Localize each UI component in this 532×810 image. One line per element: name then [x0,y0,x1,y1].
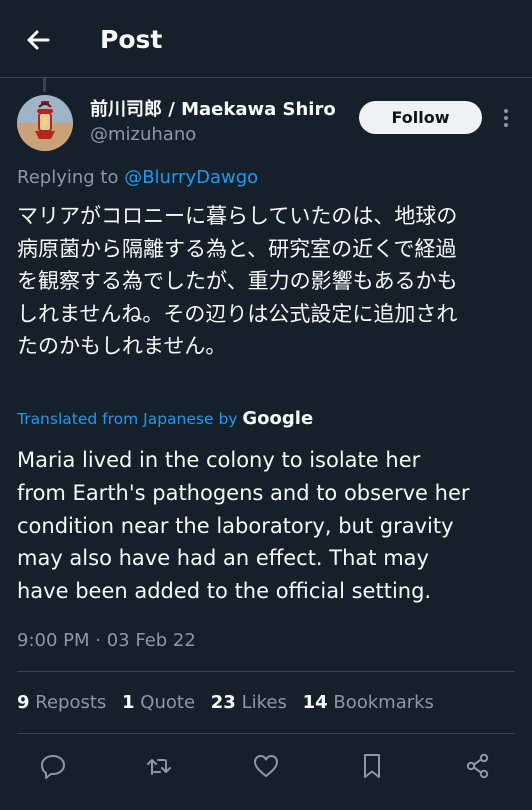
post-timestamp[interactable]: 9:00 PM · 03 Feb 22 [17,628,196,654]
avatar[interactable] [17,95,73,151]
quotes-label: Quote [140,692,196,713]
author-name[interactable]: 前川司郎 / Maekawa Shiro [90,98,336,122]
reply-mention-link[interactable]: @BlurryDawgo [124,167,258,188]
quotes-count: 1 [122,692,135,713]
replying-to: Replying to @BlurryDawgo [17,165,258,191]
like-icon[interactable] [252,751,280,781]
post-translation-line: may also have had an effect. That may [17,546,429,571]
post-original-line: マリアがコロニーに暮らしていたのは、地球の [17,204,458,228]
reposts-count: 9 [17,692,30,713]
post-original-line: たのかもしれません。 [17,334,227,358]
reply-icon[interactable] [39,751,67,781]
likes-label: Likes [241,692,287,713]
quotes-stat[interactable]: 1 Quote [122,692,195,713]
post-translation-line: have been added to the official setting. [17,579,432,604]
repost-icon[interactable] [145,751,173,781]
bookmark-icon[interactable] [358,751,386,781]
bookmarks-label: Bookmarks [333,692,434,713]
engagement-stats: 9 Reposts 1 Quote 23 Likes 14 Bookmarks [17,689,444,717]
likes-stat[interactable]: 23 Likes [211,692,287,713]
likes-count: 23 [210,692,236,713]
page-title: Post [100,25,163,54]
arrow-left-icon[interactable] [22,24,54,56]
share-icon[interactable] [464,751,492,781]
post-translation-line: Maria lived in the colony to isolate her [17,448,421,472]
divider [17,733,515,734]
post-translation-text: Maria lived in the colony to isolate her… [17,444,522,608]
post-original-line: しれませんね。その辺りは公式設定に追加され [17,301,458,326]
bookmarks-count: 14 [302,692,328,713]
post-translation-line: from Earth's pathogens and to observe he… [17,480,470,505]
post-original-line: 病原菌から隔離する為と、研究室の近くで経過 [17,236,457,261]
more-vertical-icon[interactable] [496,104,516,132]
translated-from-label: Translated from Japanese by [17,410,243,428]
divider [17,671,515,672]
header-bar: Post [0,0,532,78]
post-original-text: マリアがコロニーに暮らしていたのは、地球の 病原菌から隔離する為と、研究室の近く… [17,200,522,363]
thread-connector-line [43,78,46,92]
bookmarks-stat[interactable]: 14 Bookmarks [303,692,434,713]
reposts-stat[interactable]: 9 Reposts [17,692,106,713]
replying-to-label: Replying to [17,167,125,188]
follow-button[interactable]: Follow [359,101,482,134]
reposts-label: Reposts [35,692,107,713]
post-translation-line: condition near the laboratory, but gravi… [17,513,454,538]
translated-from-link[interactable]: Translated from Japanese by Google [17,406,313,432]
author-handle[interactable]: @mizuhano [90,123,196,147]
post-original-line: を観察する為でしたが、重力の影響もあるかも [17,269,458,293]
google-logo: Google [242,408,314,429]
